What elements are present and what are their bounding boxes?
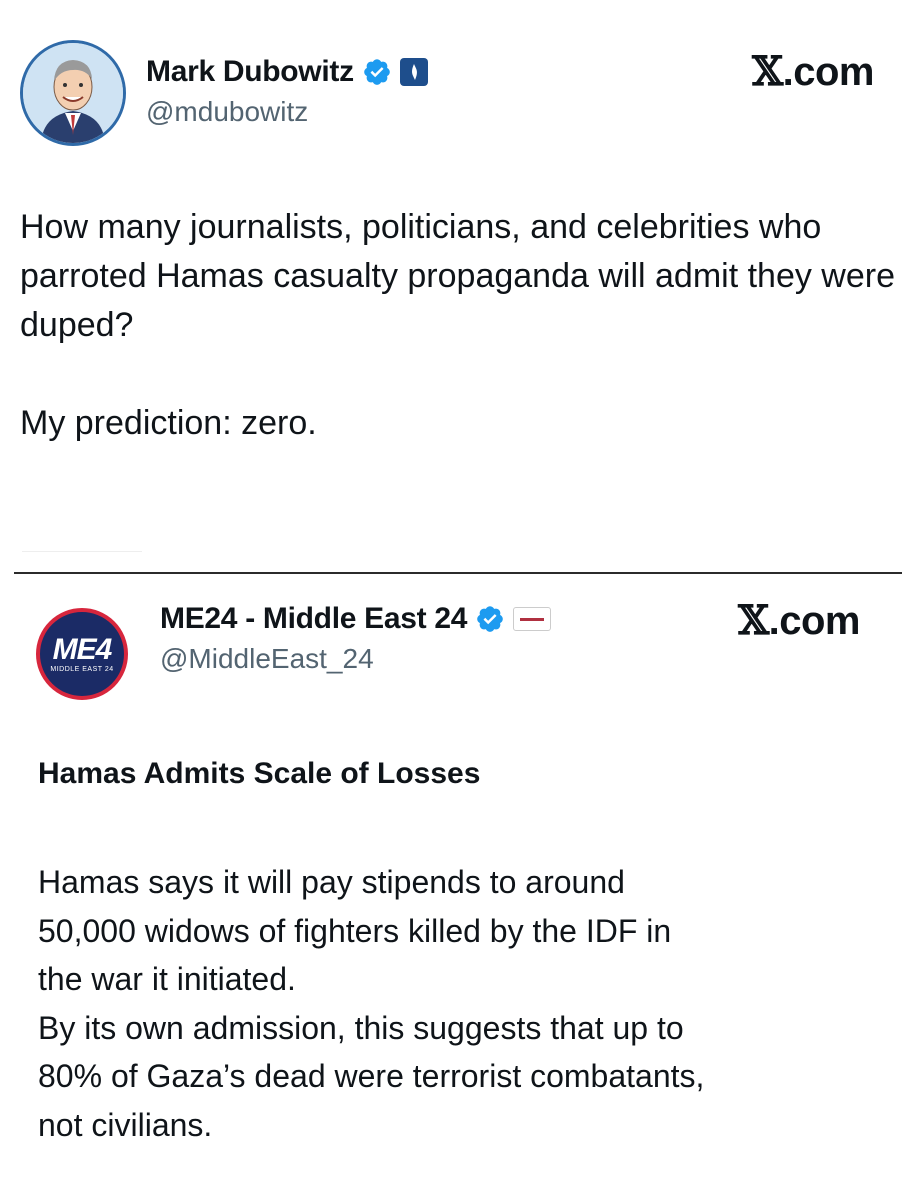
quoted-body-line: 50,000 widows of fighters killed by the … <box>38 912 672 949</box>
quoted-body-line: Hamas says it will pay stipends to aroun… <box>38 864 625 900</box>
quoted-headline: Hamas Admits Scale of Losses <box>38 757 481 790</box>
quoted-body-line: not civilians. <box>38 1106 213 1143</box>
affiliate-badge-mark <box>520 617 545 621</box>
x-logo-icon: 𝕏 <box>738 597 769 644</box>
quoted-site-label: 𝕏 .com <box>738 597 860 644</box>
avatar-caricature-icon <box>23 43 123 143</box>
divider <box>22 551 142 552</box>
quoted-author-avatar[interactable]: ME4 MIDDLE EAST 24 <box>36 608 128 700</box>
quoted-author-handle[interactable]: @MiddleEast_24 <box>160 643 374 675</box>
quoted-author-name[interactable]: ME24 - Middle East 24 <box>160 602 467 636</box>
author-name-row: Mark Dubowitz <box>146 52 428 92</box>
quoted-body: Hamas says it will pay stipends to aroun… <box>38 858 888 1150</box>
verified-badge-icon <box>477 606 503 632</box>
author-avatar[interactable] <box>20 40 126 146</box>
quoted-author-name-row: ME24 - Middle East 24 <box>160 599 552 639</box>
quoted-body-line: the war it initiated. <box>38 961 296 998</box>
tweet-text: How many journalists, politicians, and c… <box>20 208 896 442</box>
site-label-text: .com <box>782 50 875 94</box>
x-logo-icon: 𝕏 <box>752 48 783 95</box>
affiliate-badge-icon[interactable] <box>399 58 428 86</box>
me24-logo-subtitle: MIDDLE EAST 24 <box>50 665 114 673</box>
site-label: 𝕏 .com <box>752 48 874 95</box>
verified-badge-icon <box>363 59 390 85</box>
author-handle[interactable]: @mdubowitz <box>146 96 308 128</box>
affiliate-badge-icon[interactable] <box>513 607 552 631</box>
quoted-body-line: 80% of Gaza’s dead were terrorist combat… <box>38 1058 705 1095</box>
main-tweet: Mark Dubowitz @mdubowitz 𝕏 .com How many … <box>0 0 920 540</box>
site-label-text: .com <box>768 599 861 643</box>
quoted-body-line: By its own admission, this suggests that… <box>38 1009 684 1046</box>
author-name[interactable]: Mark Dubowitz <box>146 55 354 89</box>
me24-logo: ME4 <box>52 632 113 666</box>
